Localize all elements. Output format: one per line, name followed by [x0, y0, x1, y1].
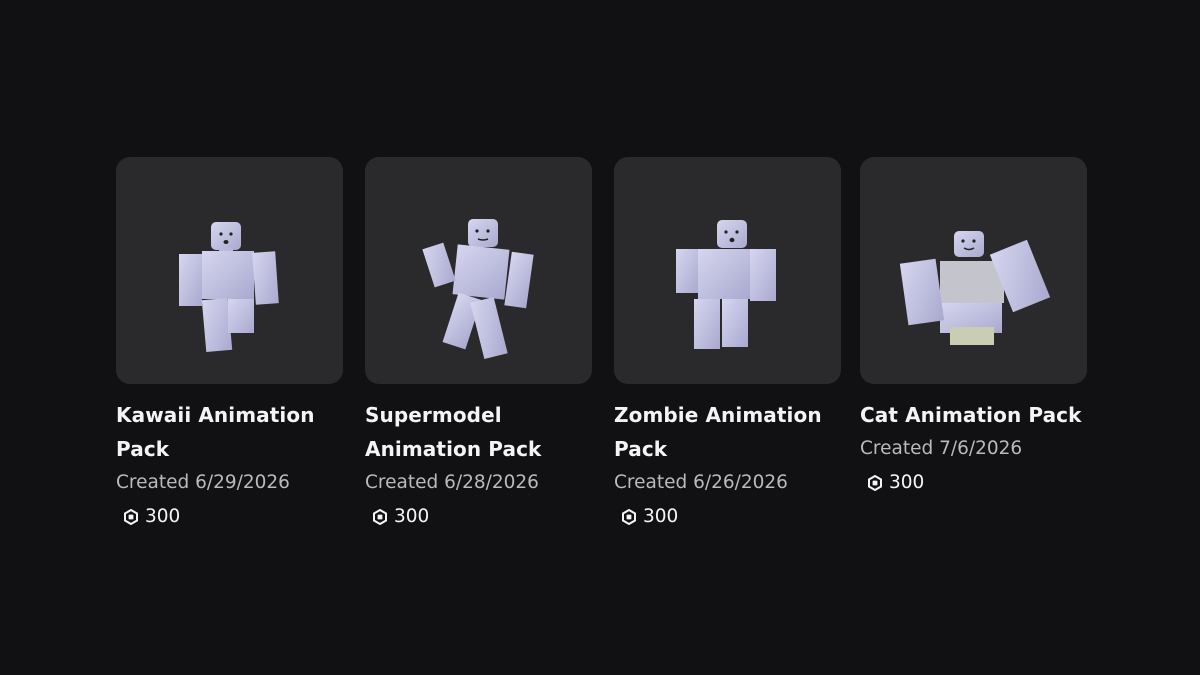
item-price: 300 — [116, 500, 343, 534]
item-title[interactable]: Zombie Animation Pack — [614, 398, 841, 466]
avatar-cat-pose — [899, 231, 1051, 345]
item-title-line: Animation Pack — [365, 437, 542, 461]
item-thumbnail[interactable] — [365, 157, 592, 384]
item-price: 300 — [614, 500, 841, 534]
robux-icon — [373, 509, 387, 525]
avatar-kawaii-pose — [179, 222, 279, 353]
item-title-line: Zombie Animation — [614, 403, 822, 427]
item-title-line: Pack — [614, 437, 668, 461]
item-created-date: Created 6/29/2026 — [116, 472, 290, 493]
item-card-supermodel[interactable]: Supermodel Animation Pack Created 6/28/2… — [365, 157, 592, 534]
item-title[interactable]: Cat Animation Pack — [860, 398, 1087, 432]
avatar-zombie-pose — [676, 220, 776, 349]
item-price: 300 — [365, 500, 592, 534]
item-created-date: Created 6/26/2026 — [614, 472, 788, 493]
item-thumbnail[interactable] — [614, 157, 841, 384]
item-created-date: Created 6/28/2026 — [365, 472, 539, 493]
price-value: 300 — [145, 506, 181, 527]
item-price: 300 — [860, 466, 1087, 500]
item-created-date: Created 7/6/2026 — [860, 438, 1023, 459]
price-value: 300 — [889, 472, 925, 493]
item-card-zombie[interactable]: Zombie Animation Pack Created 6/26/2026 … — [614, 157, 841, 534]
item-title[interactable]: Kawaii Animation Pack — [116, 398, 343, 466]
item-title-line: Pack — [116, 437, 170, 461]
item-title-line: Cat Animation Pack — [860, 403, 1082, 427]
item-title-line: Kawaii Animation — [116, 403, 315, 427]
item-thumbnail[interactable] — [116, 157, 343, 384]
item-card-cat[interactable]: Cat Animation Pack Created 7/6/2026 300 — [860, 157, 1087, 534]
item-card-kawaii[interactable]: Kawaii Animation Pack Created 6/29/2026 … — [116, 157, 343, 534]
robux-icon — [868, 475, 882, 491]
catalog-grid: Kawaii Animation Pack Created 6/29/2026 … — [116, 157, 1087, 534]
avatar-supermodel-pose — [422, 219, 534, 360]
price-value: 300 — [394, 506, 430, 527]
robux-icon — [622, 509, 636, 525]
item-title-line: Supermodel — [365, 403, 502, 427]
robux-icon — [124, 509, 138, 525]
item-thumbnail[interactable] — [860, 157, 1087, 384]
item-title[interactable]: Supermodel Animation Pack — [365, 398, 592, 466]
price-value: 300 — [643, 506, 679, 527]
